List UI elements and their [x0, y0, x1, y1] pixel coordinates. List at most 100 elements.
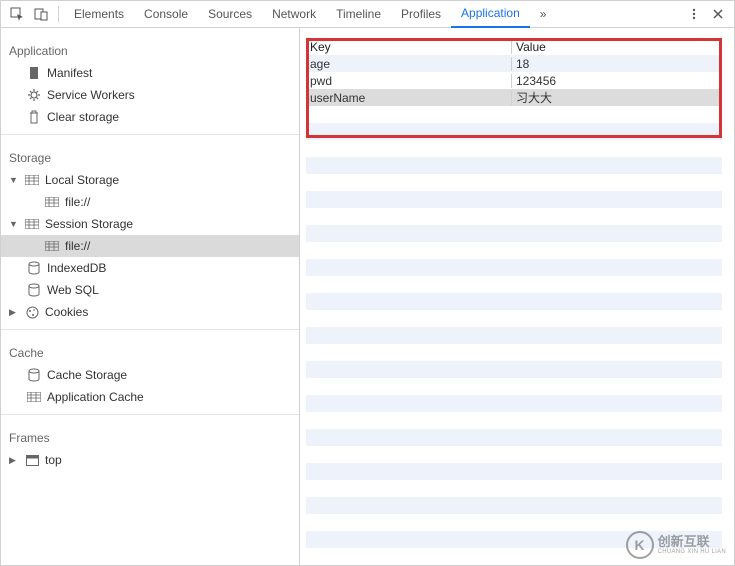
- table-row-empty: [306, 191, 722, 208]
- table-row-empty: [306, 361, 722, 378]
- table-header: Key Value: [306, 38, 722, 55]
- database-icon: [27, 283, 41, 297]
- table-row-empty: [306, 395, 722, 412]
- sidebar-label: Local Storage: [45, 173, 119, 187]
- table-icon: [25, 173, 39, 187]
- section-storage: Storage: [1, 141, 299, 169]
- tab-sources[interactable]: Sources: [198, 1, 262, 28]
- sidebar-label: Service Workers: [47, 88, 135, 102]
- table-row-empty: [306, 480, 722, 497]
- sidebar-label: Application Cache: [47, 390, 144, 404]
- tab-console[interactable]: Console: [134, 1, 198, 28]
- tab-application[interactable]: Application: [451, 1, 530, 28]
- sidebar-item-websql[interactable]: Web SQL: [1, 279, 299, 301]
- cell-value: 123456: [512, 74, 722, 88]
- document-icon: [27, 66, 41, 80]
- table-row[interactable]: age 18: [306, 55, 722, 72]
- toolbar-separator: [58, 6, 59, 22]
- table-row-empty: [306, 293, 722, 310]
- tab-timeline[interactable]: Timeline: [326, 1, 391, 28]
- chevron-right-icon: ▶: [9, 307, 19, 318]
- table-row[interactable]: userName 习大大: [306, 89, 722, 106]
- sidebar-item-session-storage[interactable]: ▼ Session Storage: [1, 213, 299, 235]
- separator: [1, 329, 299, 330]
- table-row-empty: [306, 225, 722, 242]
- table-row-empty: [306, 157, 722, 174]
- gear-icon: [27, 88, 41, 102]
- database-icon: [27, 261, 41, 275]
- tab-profiles[interactable]: Profiles: [391, 1, 451, 28]
- sidebar-item-cookies[interactable]: ▶ Cookies: [1, 301, 299, 323]
- kebab-menu-icon[interactable]: [682, 2, 706, 26]
- cell-key: age: [306, 57, 512, 71]
- separator: [1, 134, 299, 135]
- header-value[interactable]: Value: [512, 40, 722, 54]
- tab-elements[interactable]: Elements: [64, 1, 134, 28]
- table-row-empty: [306, 446, 722, 463]
- sidebar-label: top: [45, 453, 62, 467]
- sidebar-item-clear-storage[interactable]: Clear storage: [1, 106, 299, 128]
- sidebar-item-local-storage[interactable]: ▼ Local Storage: [1, 169, 299, 191]
- table-row-empty: [306, 378, 722, 395]
- inspect-icon[interactable]: [5, 2, 29, 26]
- cell-value: 习大大: [512, 89, 722, 106]
- table-row-empty: [306, 497, 722, 514]
- table-row-empty: [306, 208, 722, 225]
- application-sidebar: Application Manifest Service Workers Cle…: [1, 28, 300, 565]
- table-icon: [27, 390, 41, 404]
- sidebar-item-service-workers[interactable]: Service Workers: [1, 84, 299, 106]
- table-icon: [45, 239, 59, 253]
- sidebar-label: file://: [65, 195, 90, 209]
- sidebar-item-cache-storage[interactable]: Cache Storage: [1, 364, 299, 386]
- close-icon[interactable]: [706, 2, 730, 26]
- table-row-empty: [306, 344, 722, 361]
- cookie-icon: [25, 305, 39, 319]
- table-row-empty: [306, 463, 722, 480]
- table-row-empty: [306, 412, 722, 429]
- sidebar-label: Clear storage: [47, 110, 119, 124]
- table-icon: [45, 195, 59, 209]
- table-row[interactable]: pwd 123456: [306, 72, 722, 89]
- section-application: Application: [1, 34, 299, 62]
- main-area: Application Manifest Service Workers Cle…: [1, 28, 734, 565]
- tab-network[interactable]: Network: [262, 1, 326, 28]
- tab-overflow[interactable]: »: [530, 1, 557, 28]
- cell-key: pwd: [306, 74, 512, 88]
- devtools-toolbar: Elements Console Sources Network Timelin…: [1, 1, 734, 28]
- table-row-empty: [306, 310, 722, 327]
- sidebar-item-indexeddb[interactable]: IndexedDB: [1, 257, 299, 279]
- sidebar-label: Session Storage: [45, 217, 133, 231]
- watermark-logo-icon: K: [626, 531, 654, 559]
- chevron-down-icon: ▼: [9, 175, 19, 185]
- frame-icon: [25, 453, 39, 467]
- sidebar-item-session-file[interactable]: file://: [1, 235, 299, 257]
- watermark: K 创新互联 CHUANG XIN HU LIAN: [626, 531, 726, 559]
- watermark-cn: 创新互联: [658, 535, 726, 549]
- section-frames: Frames: [1, 421, 299, 449]
- watermark-en: CHUANG XIN HU LIAN: [658, 549, 726, 556]
- sidebar-item-frames-top[interactable]: ▶ top: [1, 449, 299, 471]
- sidebar-label: Manifest: [47, 66, 92, 80]
- chevron-right-icon: ▶: [9, 455, 19, 466]
- key-value-table[interactable]: Key Value age 18 pwd 123456 userName 习大大: [306, 38, 722, 565]
- storage-content: Key Value age 18 pwd 123456 userName 习大大: [300, 28, 734, 565]
- section-cache: Cache: [1, 336, 299, 364]
- table-row-empty: [306, 123, 722, 140]
- header-key[interactable]: Key: [306, 40, 512, 54]
- sidebar-item-local-file[interactable]: file://: [1, 191, 299, 213]
- cell-value: 18: [512, 57, 722, 71]
- cell-key: userName: [306, 91, 512, 105]
- device-toggle-icon[interactable]: [29, 2, 53, 26]
- sidebar-label: Cache Storage: [47, 368, 127, 382]
- table-row-empty: [306, 429, 722, 446]
- trash-icon: [27, 110, 41, 124]
- chevron-down-icon: ▼: [9, 219, 19, 229]
- database-icon: [27, 368, 41, 382]
- separator: [1, 414, 299, 415]
- table-icon: [25, 217, 39, 231]
- sidebar-item-application-cache[interactable]: Application Cache: [1, 386, 299, 408]
- sidebar-label: file://: [65, 239, 90, 253]
- sidebar-item-manifest[interactable]: Manifest: [1, 62, 299, 84]
- table-row-empty: [306, 242, 722, 259]
- table-row-empty: [306, 327, 722, 344]
